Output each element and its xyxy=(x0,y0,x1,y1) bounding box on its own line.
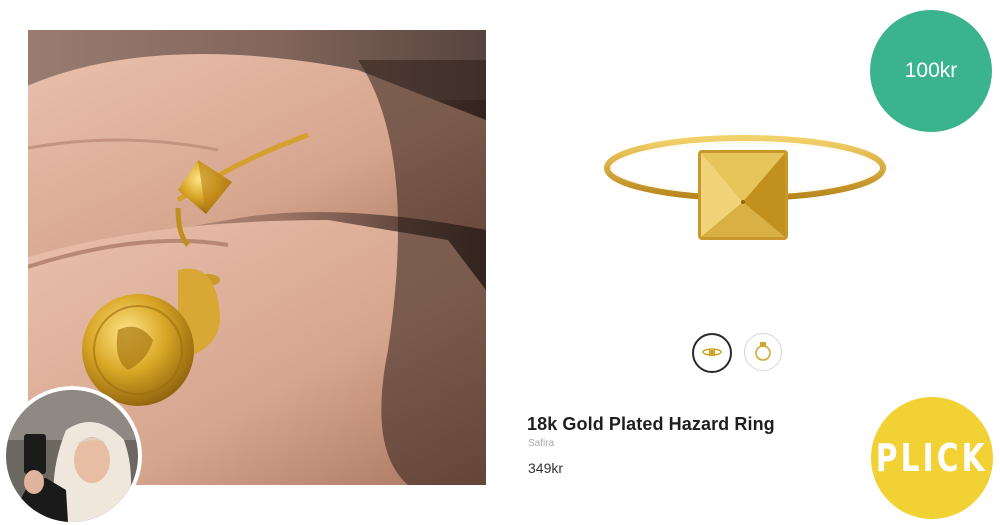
plick-label: PLICK xyxy=(876,436,988,480)
thumb-ring-side[interactable] xyxy=(692,333,732,373)
plick-button[interactable]: PLICK xyxy=(871,397,993,519)
image-thumbnails xyxy=(692,333,782,373)
thumb-ring-top[interactable] xyxy=(744,333,782,371)
ring-top-icon xyxy=(755,342,771,361)
product-price: 349kr xyxy=(528,460,564,476)
product-image[interactable] xyxy=(600,120,890,250)
price-badge: 100kr xyxy=(870,10,992,132)
avatar[interactable] xyxy=(6,390,138,522)
product-title: 18k Gold Plated Hazard Ring xyxy=(527,414,775,434)
ring-side-icon xyxy=(702,348,722,356)
product-brand[interactable]: Safira xyxy=(528,438,554,449)
